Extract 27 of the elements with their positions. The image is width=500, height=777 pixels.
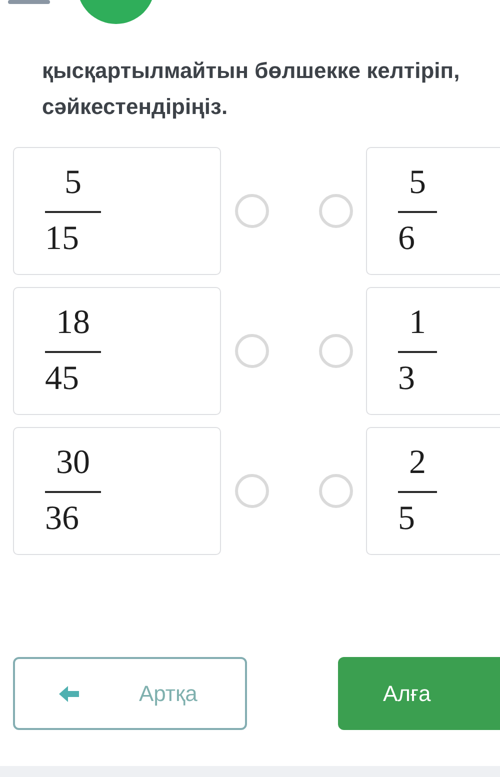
radio-button[interactable] bbox=[319, 194, 353, 228]
numerator: 2 bbox=[408, 443, 427, 483]
fraction-card[interactable]: 18 45 bbox=[13, 287, 221, 415]
numerator: 5 bbox=[64, 163, 82, 203]
radio-button[interactable] bbox=[235, 194, 269, 228]
fraction-card[interactable]: 30 36 bbox=[13, 427, 221, 555]
denominator: 6 bbox=[398, 219, 416, 259]
fraction-card[interactable]: 5 15 bbox=[13, 147, 221, 275]
arrow-left-icon bbox=[57, 684, 81, 704]
fraction-card[interactable]: 2 5 bbox=[366, 427, 500, 555]
numerator: 1 bbox=[408, 303, 427, 343]
denominator: 15 bbox=[45, 219, 80, 259]
radio-button[interactable] bbox=[319, 334, 353, 368]
denominator: 3 bbox=[398, 359, 416, 399]
denominator: 45 bbox=[45, 359, 80, 399]
denominator: 5 bbox=[398, 499, 416, 539]
numerator: 18 bbox=[55, 303, 91, 343]
radio-button[interactable] bbox=[235, 474, 269, 508]
fraction-card[interactable]: 1 3 bbox=[366, 287, 500, 415]
numerator: 5 bbox=[408, 163, 427, 203]
question-text: қысқартылмайтын бөлшекке келтіріп, сәйкестендіріңіз. bbox=[42, 57, 461, 121]
progress-dash bbox=[8, 0, 50, 4]
radio-button[interactable] bbox=[319, 474, 353, 508]
fraction-card[interactable]: 5 6 bbox=[366, 147, 500, 275]
denominator: 36 bbox=[45, 499, 80, 539]
radio-button[interactable] bbox=[235, 334, 269, 368]
numerator: 30 bbox=[55, 443, 91, 483]
